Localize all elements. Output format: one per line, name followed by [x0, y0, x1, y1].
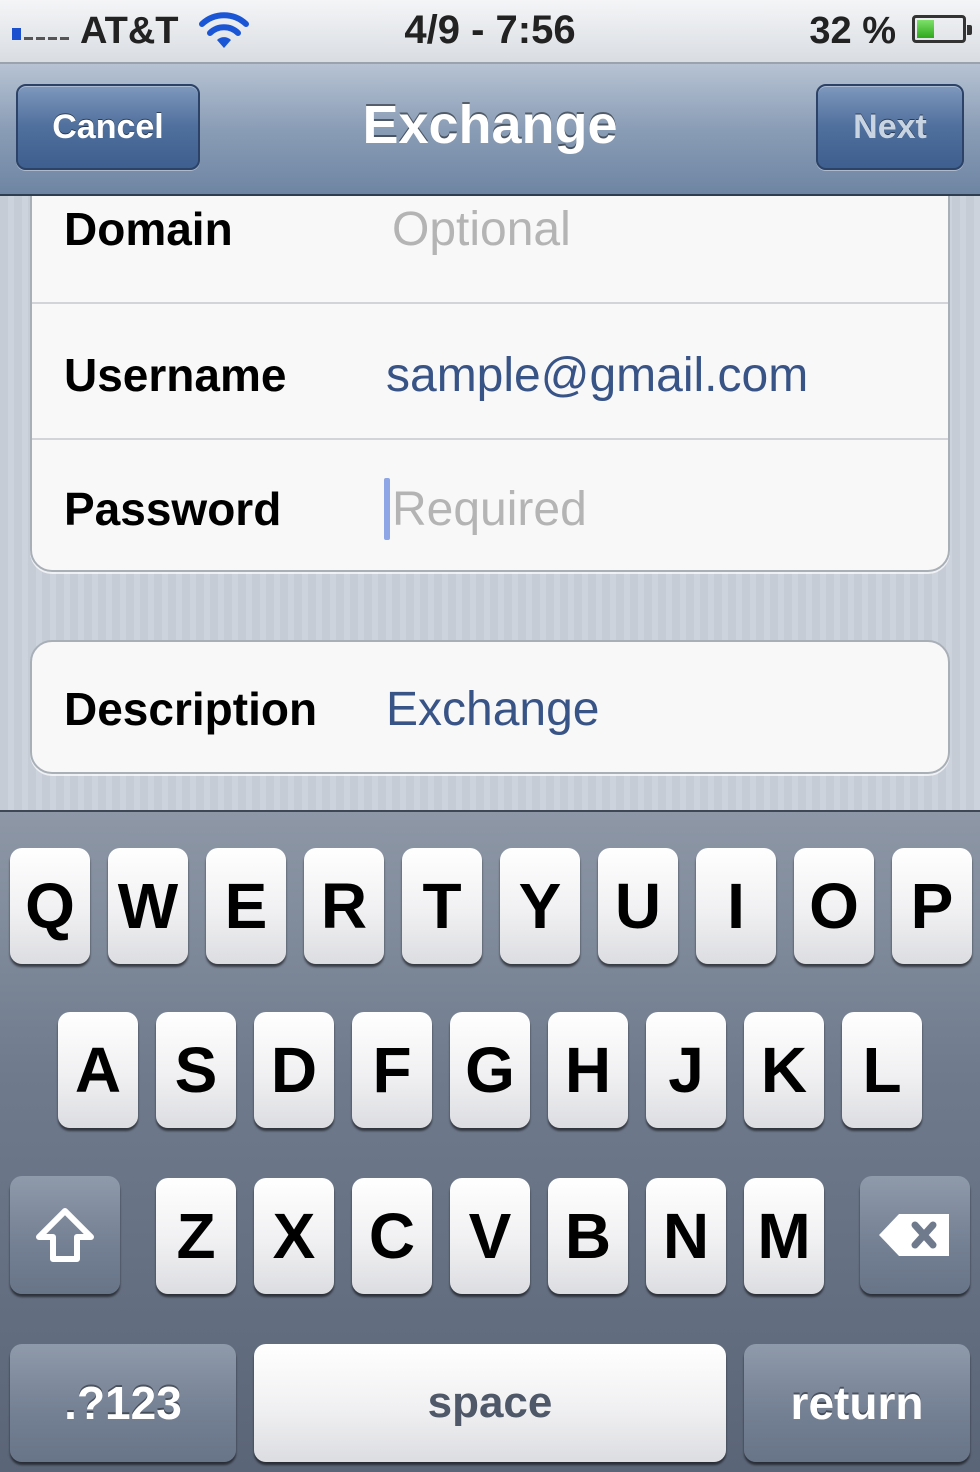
credentials-group: Domain Optional Username sample@gmail.co… [30, 196, 950, 572]
text-cursor [384, 478, 390, 540]
description-field[interactable]: Description Exchange [32, 642, 948, 776]
key-p[interactable]: P [892, 848, 972, 964]
key-u[interactable]: U [598, 848, 678, 964]
key-h[interactable]: H [548, 1012, 628, 1128]
battery-percentage: 32 % [809, 10, 896, 52]
key-r[interactable]: R [304, 848, 384, 964]
navigation-bar: Cancel Exchange Next [0, 64, 980, 196]
description-input[interactable]: Exchange [386, 682, 600, 737]
key-l[interactable]: L [842, 1012, 922, 1128]
password-input[interactable]: Required [392, 482, 587, 537]
description-group: Description Exchange [30, 640, 950, 774]
backspace-icon [879, 1214, 949, 1256]
username-field[interactable]: Username sample@gmail.com [32, 304, 948, 440]
domain-field[interactable]: Domain Optional [32, 196, 948, 304]
space-key[interactable]: space [254, 1344, 726, 1462]
password-field[interactable]: Password Required [32, 440, 948, 574]
key-b[interactable]: B [548, 1178, 628, 1294]
next-button[interactable]: Next [816, 84, 964, 170]
key-e[interactable]: E [206, 848, 286, 964]
username-label: Username [64, 349, 287, 401]
keyboard: .?123 space return QWERTYUIOP ASDFGHJKL ZX… [0, 810, 980, 1472]
key-v[interactable]: V [450, 1178, 530, 1294]
shift-key[interactable] [10, 1176, 120, 1294]
key-m[interactable]: M [744, 1178, 824, 1294]
delete-key[interactable] [860, 1176, 970, 1294]
key-z[interactable]: Z [156, 1178, 236, 1294]
key-n[interactable]: N [646, 1178, 726, 1294]
numbers-key[interactable]: .?123 [10, 1344, 236, 1462]
domain-label: Domain [64, 203, 233, 255]
key-s[interactable]: S [156, 1012, 236, 1128]
key-o[interactable]: O [794, 848, 874, 964]
description-label: Description [64, 683, 318, 735]
shift-arrow-icon [36, 1208, 94, 1262]
key-t[interactable]: T [402, 848, 482, 964]
key-c[interactable]: C [352, 1178, 432, 1294]
key-x[interactable]: X [254, 1178, 334, 1294]
return-key[interactable]: return [744, 1344, 970, 1462]
key-y[interactable]: Y [500, 848, 580, 964]
account-form: Domain Optional Username sample@gmail.co… [0, 196, 980, 810]
key-w[interactable]: W [108, 848, 188, 964]
key-g[interactable]: G [450, 1012, 530, 1128]
key-q[interactable]: Q [10, 848, 90, 964]
battery-icon [912, 15, 972, 43]
username-input[interactable]: sample@gmail.com [386, 348, 808, 403]
key-k[interactable]: K [744, 1012, 824, 1128]
key-j[interactable]: J [646, 1012, 726, 1128]
key-a[interactable]: A [58, 1012, 138, 1128]
password-label: Password [64, 483, 282, 535]
domain-input[interactable]: Optional [392, 202, 571, 257]
key-d[interactable]: D [254, 1012, 334, 1128]
key-i[interactable]: I [696, 848, 776, 964]
status-bar: AT&T 4/9 - 7:56 32 % [0, 0, 980, 64]
key-f[interactable]: F [352, 1012, 432, 1128]
